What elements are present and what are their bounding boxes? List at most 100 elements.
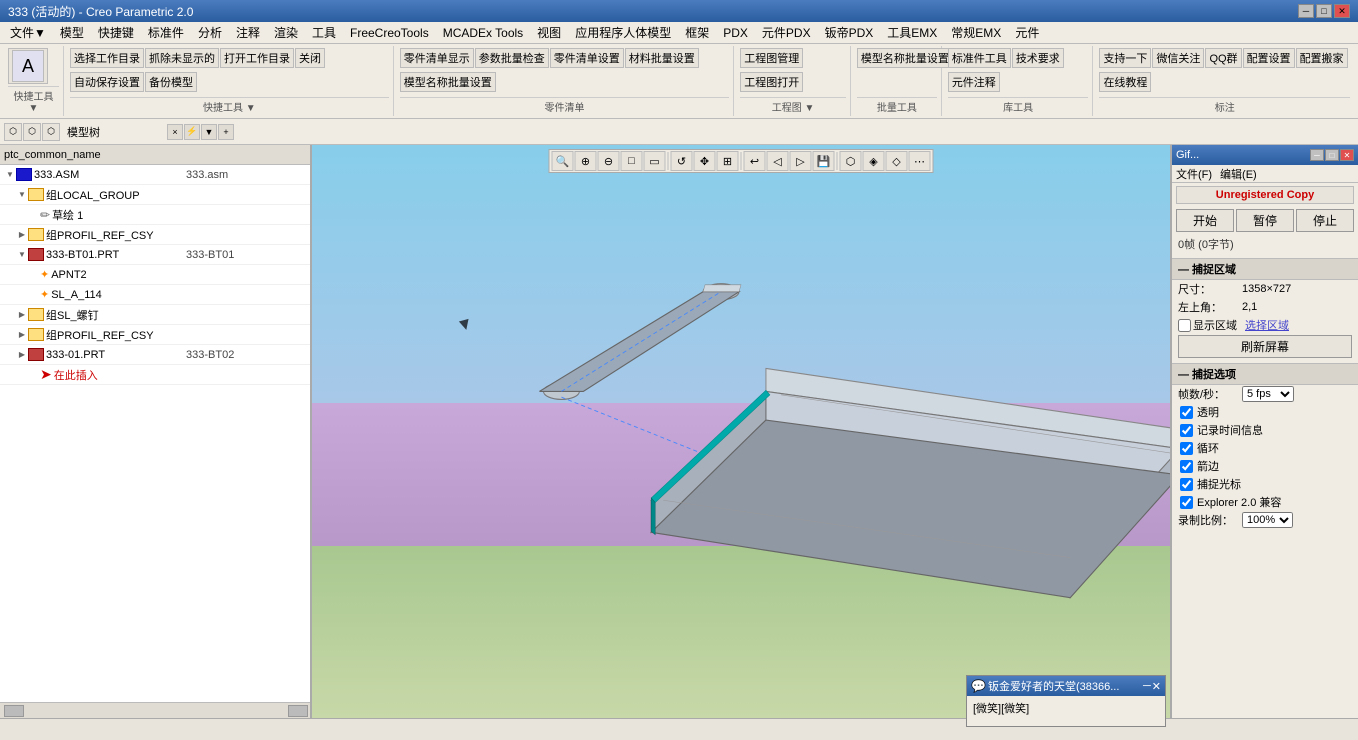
menu-app[interactable]: 应用程序人体模型 (569, 22, 677, 43)
material-batch-btn[interactable]: 材料批量设置 (625, 48, 699, 68)
tree-row-profil2[interactable]: ▶ 组PROFIL_REF_CSY (0, 325, 310, 345)
tb2-icon3[interactable]: ⬡ (42, 123, 60, 141)
tb2-filter4[interactable]: + (218, 124, 234, 140)
model-name-batch2-btn[interactable]: 模型名称批量设置 (857, 48, 953, 68)
tree-row-apnt2[interactable]: ✦ APNT2 (0, 265, 310, 285)
tb2-filter3[interactable]: ▼ (201, 124, 217, 140)
eng-manage-btn[interactable]: 工程图管理 (740, 48, 803, 68)
close-button[interactable]: ✕ (1334, 4, 1350, 18)
menu-frame[interactable]: 框架 (679, 22, 715, 43)
recorder-fps-select[interactable]: 5 fps 10 fps 15 fps 25 fps (1242, 386, 1294, 402)
qq-group-btn[interactable]: QQ群 (1205, 48, 1241, 68)
recorder-maximize-btn[interactable]: □ (1325, 149, 1339, 161)
vp-zoom-out-btn[interactable]: ⊖ (598, 151, 620, 171)
tb2-filter1[interactable]: × (167, 124, 183, 140)
tree-row-local-group[interactable]: ▼ 组LOCAL_GROUP (0, 185, 310, 205)
recorder-menu-file[interactable]: 文件(F) (1176, 166, 1212, 182)
recorder-explorer-cb[interactable] (1180, 496, 1193, 509)
minimize-button[interactable]: ─ (1298, 4, 1314, 18)
tb2-modeltree-label[interactable]: 模型树 (61, 122, 106, 142)
menu-analysis[interactable]: 分析 (192, 22, 228, 43)
tb2-icon1[interactable]: ⬡ (4, 123, 22, 141)
expand-arrow-sketch[interactable] (28, 209, 40, 221)
expand-arrow-sl[interactable]: ▶ (16, 309, 28, 321)
vp-zoom-in2-btn[interactable]: ⊕ (575, 151, 597, 171)
menu-emx[interactable]: 工具EMX (881, 22, 943, 43)
menu-normal-emx[interactable]: 常规EMX (945, 22, 1007, 43)
model-name-batch-btn[interactable]: 模型名称批量设置 (400, 72, 496, 92)
menu-file[interactable]: 文件▼ (4, 22, 52, 43)
config-set-btn[interactable]: 配置设置 (1243, 48, 1295, 68)
vp-orient2-btn[interactable]: ◈ (863, 151, 885, 171)
vp-rect-btn[interactable]: ▭ (644, 151, 666, 171)
recorder-minimize-btn[interactable]: ─ (1310, 149, 1324, 161)
tree-row-asm[interactable]: ▼ 333.ASM 333.asm (0, 165, 310, 185)
expand-arrow-asm[interactable]: ▼ (4, 169, 16, 181)
remove-hidden-btn[interactable]: 抓除未显示的 (145, 48, 219, 68)
vp-zoom-in-btn[interactable]: 🔍 (552, 151, 574, 171)
vp-pan-btn[interactable]: ✥ (694, 151, 716, 171)
tb2-icon2[interactable]: ⬡ (23, 123, 41, 141)
open-workdir-btn[interactable]: 打开工作目录 (220, 48, 294, 68)
expand-arrow-apnt2[interactable] (28, 269, 40, 281)
vp-more-btn[interactable]: ⋯ (909, 151, 931, 171)
recorder-scale-select[interactable]: 100% 75% 50% (1242, 512, 1293, 528)
tree-row-sl-group[interactable]: ▶ 组SL_螺钉 (0, 305, 310, 325)
tree-hscroll[interactable] (0, 702, 310, 718)
vp-undo-view-btn[interactable]: ◁ (767, 151, 789, 171)
vp-fit-btn[interactable]: □ (621, 151, 643, 171)
recorder-stop-btn[interactable]: 停止 (1296, 209, 1354, 232)
std-parts-tool-btn[interactable]: 标准件工具 (948, 48, 1011, 68)
tech-req-btn[interactable]: 技术要求 (1012, 48, 1064, 68)
vp-redo-view-btn[interactable]: ▷ (790, 151, 812, 171)
menu-model[interactable]: 模型 (54, 22, 90, 43)
vp-rotate-btn[interactable]: ↺ (671, 151, 693, 171)
viewport[interactable]: 🔍 ⊕ ⊖ □ ▭ ↺ ✥ ⊞ ↩ ◁ ▷ 💾 ⬡ ◈ ◇ ⋯ (312, 145, 1170, 718)
tree-row-bt01[interactable]: ▼ 333-BT01.PRT 333-BT01 (0, 245, 310, 265)
expand-arrow-local[interactable]: ▼ (16, 189, 28, 201)
menu-tools[interactable]: 工具 (306, 22, 342, 43)
part-annotation-btn[interactable]: 元件注释 (948, 72, 1000, 92)
eng-open-btn[interactable]: 工程图打开 (740, 72, 803, 92)
recorder-cursor-cb[interactable] (1180, 478, 1193, 491)
tb2-filter2[interactable]: ⚡ (184, 124, 200, 140)
menu-standard[interactable]: 标准件 (142, 22, 190, 43)
expand-arrow-profil2[interactable]: ▶ (16, 329, 28, 341)
tree-content[interactable]: ▼ 333.ASM 333.asm ▼ 组LOCAL_GROUP ✏ 草绘 1 (0, 165, 310, 702)
recorder-loop-cb[interactable] (1180, 442, 1193, 455)
tree-row-sla114[interactable]: ✦ SL_A_114 (0, 285, 310, 305)
tree-row-sketch1[interactable]: ✏ 草绘 1 (0, 205, 310, 225)
vp-prev-view-btn[interactable]: ↩ (744, 151, 766, 171)
expand-arrow-bt01[interactable]: ▼ (16, 249, 28, 261)
select-workdir-btn[interactable]: 选择工作目录 (70, 48, 144, 68)
param-batch-check-btn[interactable]: 参数批量检查 (475, 48, 549, 68)
vp-zoom-box-btn[interactable]: ⊞ (717, 151, 739, 171)
tree-row-insert[interactable]: ➤ 在此插入 (0, 365, 310, 385)
close-btn[interactable]: 关闭 (295, 48, 325, 68)
recorder-transparent-cb[interactable] (1180, 406, 1193, 419)
recorder-show-area-cb[interactable] (1178, 319, 1191, 332)
vp-orient1-btn[interactable]: ⬡ (840, 151, 862, 171)
menu-view[interactable]: 视图 (531, 22, 567, 43)
chat-close-btn[interactable]: ✕ (1152, 680, 1161, 693)
expand-arrow-sla[interactable] (28, 289, 40, 301)
menu-part-pdx[interactable]: 元件PDX (756, 22, 817, 43)
menu-shortcuts[interactable]: 快捷键 (92, 22, 140, 43)
recorder-close-btn[interactable]: ✕ (1340, 149, 1354, 161)
parts-display-btn[interactable]: 零件清单显示 (400, 48, 474, 68)
recorder-start-btn[interactable]: 开始 (1176, 209, 1234, 232)
chat-minimize-btn[interactable]: ─ (1143, 680, 1151, 693)
menu-render[interactable]: 渲染 (268, 22, 304, 43)
tree-row-profil1[interactable]: ▶ 组PROFIL_REF_CSY (0, 225, 310, 245)
recorder-refresh-btn[interactable]: 刷新屏幕 (1178, 335, 1352, 358)
new-drawing-btn[interactable]: A (8, 48, 48, 84)
menu-pdx[interactable]: PDX (717, 24, 754, 42)
vp-orient3-btn[interactable]: ◇ (886, 151, 908, 171)
backup-model-btn[interactable]: 备份模型 (145, 72, 197, 92)
online-tutorial-btn[interactable]: 在线教程 (1099, 72, 1151, 92)
menu-bandi-pdx[interactable]: 钣帝PDX (819, 22, 880, 43)
menu-mcadex[interactable]: MCADEx Tools (437, 24, 529, 42)
recorder-pause-btn[interactable]: 暂停 (1236, 209, 1294, 232)
expand-arrow-bt02[interactable]: ▶ (16, 349, 28, 361)
maximize-button[interactable]: □ (1316, 4, 1332, 18)
